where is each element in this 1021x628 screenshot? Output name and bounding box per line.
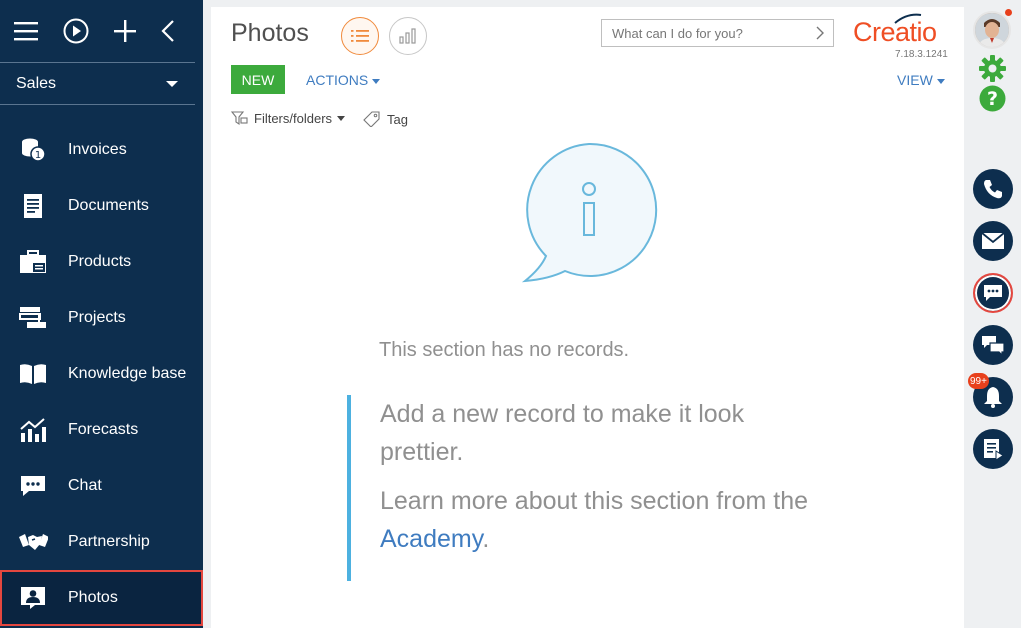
documents-icon xyxy=(18,191,48,221)
sidebar: Sales 1 Invoices Documents Products Proj… xyxy=(0,0,203,628)
chevron-down-icon xyxy=(166,80,178,87)
add-button[interactable] xyxy=(114,18,136,44)
menu-button[interactable] xyxy=(14,18,38,44)
gear-icon[interactable] xyxy=(979,55,1006,82)
sidebar-item-label: Projects xyxy=(68,309,126,326)
plus-icon xyxy=(114,20,136,42)
chat-icon xyxy=(18,471,48,501)
sidebar-item-label: Invoices xyxy=(68,141,127,158)
sidebar-item-invoices[interactable]: 1 Invoices xyxy=(0,122,203,178)
empty-state-hint: Add a new record to make it look prettie… xyxy=(347,395,817,581)
chevron-down-icon xyxy=(936,78,945,84)
sidebar-item-label: Documents xyxy=(68,197,149,214)
chat-icon xyxy=(984,285,1002,301)
processes-button[interactable] xyxy=(63,18,89,44)
tag-button[interactable]: Tag xyxy=(363,111,408,127)
main-panel: Photos What can I do for you? Creatio 7.… xyxy=(211,7,964,628)
invoices-icon: 1 xyxy=(18,135,48,165)
logo-swoosh-icon xyxy=(894,13,922,24)
envelope-icon xyxy=(981,232,1005,249)
help-icon[interactable]: ? xyxy=(979,85,1006,112)
process-log-button[interactable] xyxy=(973,429,1013,469)
info-bubble-icon xyxy=(521,142,658,283)
notifications-badge: 99+ xyxy=(968,373,989,389)
sidebar-item-projects[interactable]: Projects xyxy=(0,290,203,346)
view-menu[interactable]: VIEW xyxy=(897,72,945,88)
sidebar-item-chat[interactable]: Chat xyxy=(0,458,203,514)
sidebar-item-label: Photos xyxy=(68,589,118,606)
photo-icon xyxy=(18,583,48,613)
filter-icon xyxy=(231,111,248,126)
sidebar-item-photos[interactable]: Photos xyxy=(0,570,203,626)
document-play-icon xyxy=(984,439,1004,460)
user-photo-icon xyxy=(975,13,1009,47)
page-title: Photos xyxy=(231,19,309,47)
hint-learn-more: Learn more about this section from the A… xyxy=(380,487,809,553)
academy-link[interactable]: Academy xyxy=(380,525,482,553)
chevron-left-icon xyxy=(161,20,174,42)
workspace-label: Sales xyxy=(16,74,57,92)
conversation-icon xyxy=(982,336,1005,355)
collapse-button[interactable] xyxy=(161,18,175,44)
sidebar-item-partnership[interactable]: Partnership xyxy=(0,514,203,570)
empty-state-message: This section has no records. xyxy=(379,339,630,361)
sidebar-item-label: Forecasts xyxy=(68,421,139,438)
sidebar-item-label: Partnership xyxy=(68,533,150,550)
sidebar-item-products[interactable]: Products xyxy=(0,234,203,290)
bar-chart-icon xyxy=(399,28,416,44)
search-placeholder: What can I do for you? xyxy=(612,25,743,41)
phone-icon xyxy=(984,180,1002,199)
command-search-input[interactable]: What can I do for you? xyxy=(601,19,834,47)
sidebar-item-label: Products xyxy=(68,253,132,270)
sidebar-toolbar xyxy=(0,0,195,63)
actions-menu[interactable]: ACTIONS xyxy=(306,72,381,88)
tag-icon xyxy=(363,111,380,127)
analytics-view-button[interactable] xyxy=(389,17,427,55)
chevron-down-icon xyxy=(372,78,381,84)
chat-panel-button[interactable] xyxy=(973,273,1013,313)
sidebar-item-label: Chat xyxy=(68,477,102,494)
bell-icon xyxy=(984,387,1002,408)
sidebar-nav: 1 Invoices Documents Products Projects K… xyxy=(0,122,203,626)
products-icon xyxy=(18,247,48,277)
brand-logo: Creatio xyxy=(853,13,937,48)
sidebar-item-knowledge-base[interactable]: Knowledge base xyxy=(0,346,203,402)
play-icon xyxy=(63,18,89,44)
svg-text:1: 1 xyxy=(35,150,41,161)
version-label: 7.18.3.1241 xyxy=(895,49,948,60)
feed-button[interactable] xyxy=(973,325,1013,365)
handshake-icon xyxy=(18,527,48,557)
phone-button[interactable] xyxy=(973,169,1013,209)
communication-panel: ? 99+ xyxy=(964,0,1021,628)
sidebar-item-label: Knowledge base xyxy=(68,365,187,382)
list-view-button[interactable] xyxy=(341,17,379,55)
filters-folders-button[interactable]: Filters/folders xyxy=(231,111,346,126)
hint-add-record: Add a new record to make it look prettie… xyxy=(380,400,745,466)
chevron-right-icon[interactable] xyxy=(815,26,825,40)
list-icon xyxy=(351,30,369,42)
forecasts-icon xyxy=(18,415,48,445)
new-button[interactable]: NEW xyxy=(231,65,285,94)
book-icon xyxy=(18,359,48,389)
svg-text:?: ? xyxy=(987,88,998,110)
sidebar-item-forecasts[interactable]: Forecasts xyxy=(0,402,203,458)
email-button[interactable] xyxy=(973,221,1013,261)
online-status-dot xyxy=(1005,9,1012,16)
workspace-selector[interactable]: Sales xyxy=(0,63,195,105)
chevron-down-icon xyxy=(337,116,346,121)
projects-icon xyxy=(18,303,48,333)
sidebar-item-documents[interactable]: Documents xyxy=(0,178,203,234)
hamburger-icon xyxy=(14,22,38,41)
avatar[interactable] xyxy=(973,11,1011,49)
